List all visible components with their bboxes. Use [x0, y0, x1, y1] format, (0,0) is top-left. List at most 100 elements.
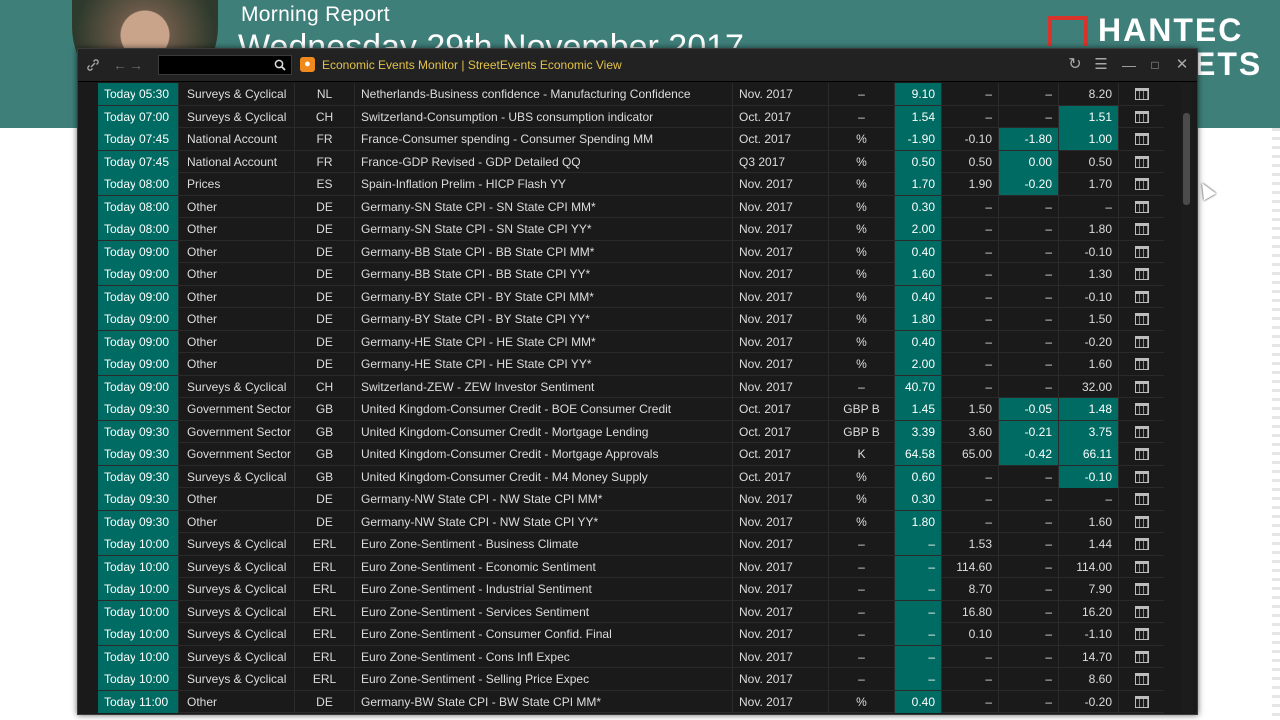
country-cell: DE: [295, 218, 355, 240]
calendar-icon[interactable]: [1134, 290, 1149, 303]
table-row[interactable]: Today 09:00 Surveys & Cyclical CH Switzerlan…: [98, 375, 1164, 398]
actual-cell: 1.60: [895, 263, 942, 285]
surprise-cell: –: [999, 105, 1059, 128]
calendar-icon[interactable]: [1134, 223, 1149, 235]
surprise-cell: –: [999, 578, 1059, 600]
day-cell: Today: [98, 555, 135, 578]
calendar-icon[interactable]: [1134, 673, 1149, 685]
period-cell: Nov. 2017: [733, 308, 829, 330]
calendar-icon[interactable]: [1134, 515, 1149, 528]
period-cell: Nov. 2017: [733, 353, 829, 375]
table-row[interactable]: Today 09:00 Other DE Germany-HE State CPI - …: [98, 330, 1164, 353]
window-titlebar[interactable]: ← → ● Economic Events Monitor | StreetEv…: [78, 49, 1197, 82]
calendar-icon[interactable]: [1134, 358, 1149, 370]
period-cell: Nov. 2017: [733, 195, 829, 218]
period-cell: Q3 2017: [733, 150, 829, 173]
category-cell: Other: [179, 690, 295, 713]
table-row[interactable]: Today 07:45 National Account FR France-GDP R…: [98, 150, 1164, 173]
calendar-icon[interactable]: [1134, 313, 1149, 325]
table-row[interactable]: Today 07:45 National Account FR France-Consu…: [98, 128, 1164, 151]
table-row[interactable]: Today 09:30 Government Sector GB United King…: [98, 443, 1164, 466]
table-row[interactable]: Today 09:30 Surveys & Cyclical GB United Kin…: [98, 465, 1164, 488]
menu-icon[interactable]: ☰: [1092, 49, 1110, 81]
calendar-icon[interactable]: [1134, 695, 1149, 708]
table-row[interactable]: Today 09:00 Other DE Germany-BY State CPI - …: [98, 308, 1164, 331]
table-row[interactable]: Today 09:30 Other DE Germany-NW State CPI - …: [98, 488, 1164, 511]
calendar-icon[interactable]: [1134, 583, 1149, 595]
table-row[interactable]: Today 10:00 Surveys & Cyclical ERL Euro Zone…: [98, 578, 1164, 601]
calendar-icon[interactable]: [1134, 538, 1149, 550]
time-cell: 08:00: [135, 195, 179, 218]
period-cell: Nov. 2017: [733, 555, 829, 578]
calendar-icon[interactable]: [1134, 245, 1149, 258]
day-cell: Today: [98, 195, 135, 218]
calendar-icon[interactable]: [1134, 88, 1149, 100]
vertical-scrollbar[interactable]: [1181, 83, 1193, 713]
consensus-cell: –: [942, 83, 999, 105]
calendar-icon[interactable]: [1134, 448, 1149, 460]
table-row[interactable]: Today 10:00 Surveys & Cyclical ERL Euro Zone…: [98, 668, 1164, 691]
maximize-icon[interactable]: □: [1146, 49, 1164, 81]
economic-events-window: ← → ● Economic Events Monitor | StreetEv…: [77, 48, 1198, 715]
close-icon[interactable]: ✕: [1172, 49, 1192, 81]
calendar-icon[interactable]: [1134, 268, 1149, 280]
table-row[interactable]: Today 07:00 Surveys & Cyclical CH Switzerlan…: [98, 105, 1164, 128]
calendar-icon[interactable]: [1134, 425, 1149, 438]
table-row[interactable]: Today 08:00 Prices ES Spain-Inflation Prelim…: [98, 173, 1164, 196]
table-row[interactable]: Today 05:30 Surveys & Cyclical NL Netherland…: [98, 83, 1164, 106]
calendar-icon[interactable]: [1134, 650, 1149, 663]
back-arrow-icon[interactable]: ←: [112, 49, 128, 81]
table-row[interactable]: Today 09:00 Other DE Germany-HE State CPI - …: [98, 353, 1164, 376]
calendar-icon[interactable]: [1134, 470, 1149, 483]
refresh-icon[interactable]: ↻: [1066, 49, 1084, 81]
country-cell: DE: [295, 330, 355, 353]
calendar-icon[interactable]: [1134, 493, 1149, 505]
unit-cell: %: [829, 285, 895, 308]
link-icon[interactable]: [84, 49, 102, 81]
table-row[interactable]: Today 09:00 Other DE Germany-BB State CPI - …: [98, 240, 1164, 263]
calendar-icon[interactable]: [1134, 110, 1149, 123]
calendar-icon[interactable]: [1134, 133, 1149, 145]
table-row[interactable]: Today 10:00 Surveys & Cyclical ERL Euro Zone…: [98, 645, 1164, 668]
table-row[interactable]: Today 10:00 Surveys & Cyclical ERL Euro Zone…: [98, 623, 1164, 646]
calendar-icon[interactable]: [1134, 155, 1149, 168]
table-row[interactable]: Today 08:00 Other DE Germany-SN State CPI - …: [98, 218, 1164, 241]
table-row[interactable]: Today 09:30 Other DE Germany-NW State CPI - …: [98, 510, 1164, 533]
category-cell: Other: [179, 488, 295, 510]
calendar-icon[interactable]: [1134, 403, 1149, 415]
table-row[interactable]: Today 10:00 Surveys & Cyclical ERL Euro Zone…: [98, 533, 1164, 556]
prior-cell: 1.00: [1059, 128, 1119, 150]
search-icon[interactable]: [272, 49, 288, 81]
calendar-icon[interactable]: [1134, 380, 1149, 393]
brand-line1: HANTEC: [1098, 12, 1244, 48]
time-cell: 08:00: [135, 173, 179, 195]
calendar-icon[interactable]: [1134, 628, 1149, 640]
event-name-cell: Germany-BW State CPI - BW State CPI MM*: [355, 690, 733, 713]
consensus-cell: –: [942, 375, 999, 398]
table-row[interactable]: Today 11:00 Other DE Germany-BW State CPI - …: [98, 690, 1164, 713]
event-name-cell: Germany-SN State CPI - SN State CPI YY*: [355, 218, 733, 240]
forward-arrow-icon[interactable]: →: [128, 49, 144, 81]
calendar-icon[interactable]: [1134, 335, 1149, 348]
table-row[interactable]: Today 09:30 Government Sector GB United King…: [98, 398, 1164, 421]
period-cell: Oct. 2017: [733, 443, 829, 465]
event-name-cell: Germany-BB State CPI - BB State CPI MM*: [355, 240, 733, 263]
calendar-icon[interactable]: [1134, 200, 1149, 213]
table-row[interactable]: Today 09:00 Other DE Germany-BY State CPI - …: [98, 285, 1164, 308]
category-cell: National Account: [179, 128, 295, 150]
table-row[interactable]: Today 10:00 Surveys & Cyclical ERL Euro Zone…: [98, 600, 1164, 623]
table-row[interactable]: Today 09:00 Other DE Germany-BB State CPI - …: [98, 263, 1164, 286]
time-cell: 07:00: [135, 105, 179, 128]
table-row[interactable]: Today 09:30 Government Sector GB United King…: [98, 420, 1164, 443]
calendar-icon[interactable]: [1134, 178, 1149, 190]
actual-cell: 0.40: [895, 330, 942, 353]
calendar-icon[interactable]: [1134, 560, 1149, 573]
calendar-icon[interactable]: [1134, 605, 1149, 618]
table-row[interactable]: Today 10:00 Surveys & Cyclical ERL Euro Zone…: [98, 555, 1164, 578]
time-cell: 09:30: [135, 510, 179, 533]
minimize-icon[interactable]: —: [1120, 49, 1138, 81]
category-cell: Government Sector: [179, 443, 295, 465]
table-row[interactable]: Today 08:00 Other DE Germany-SN State CPI - …: [98, 195, 1164, 218]
scrollbar-thumb[interactable]: [1183, 113, 1190, 205]
consensus-cell: –: [942, 510, 999, 533]
